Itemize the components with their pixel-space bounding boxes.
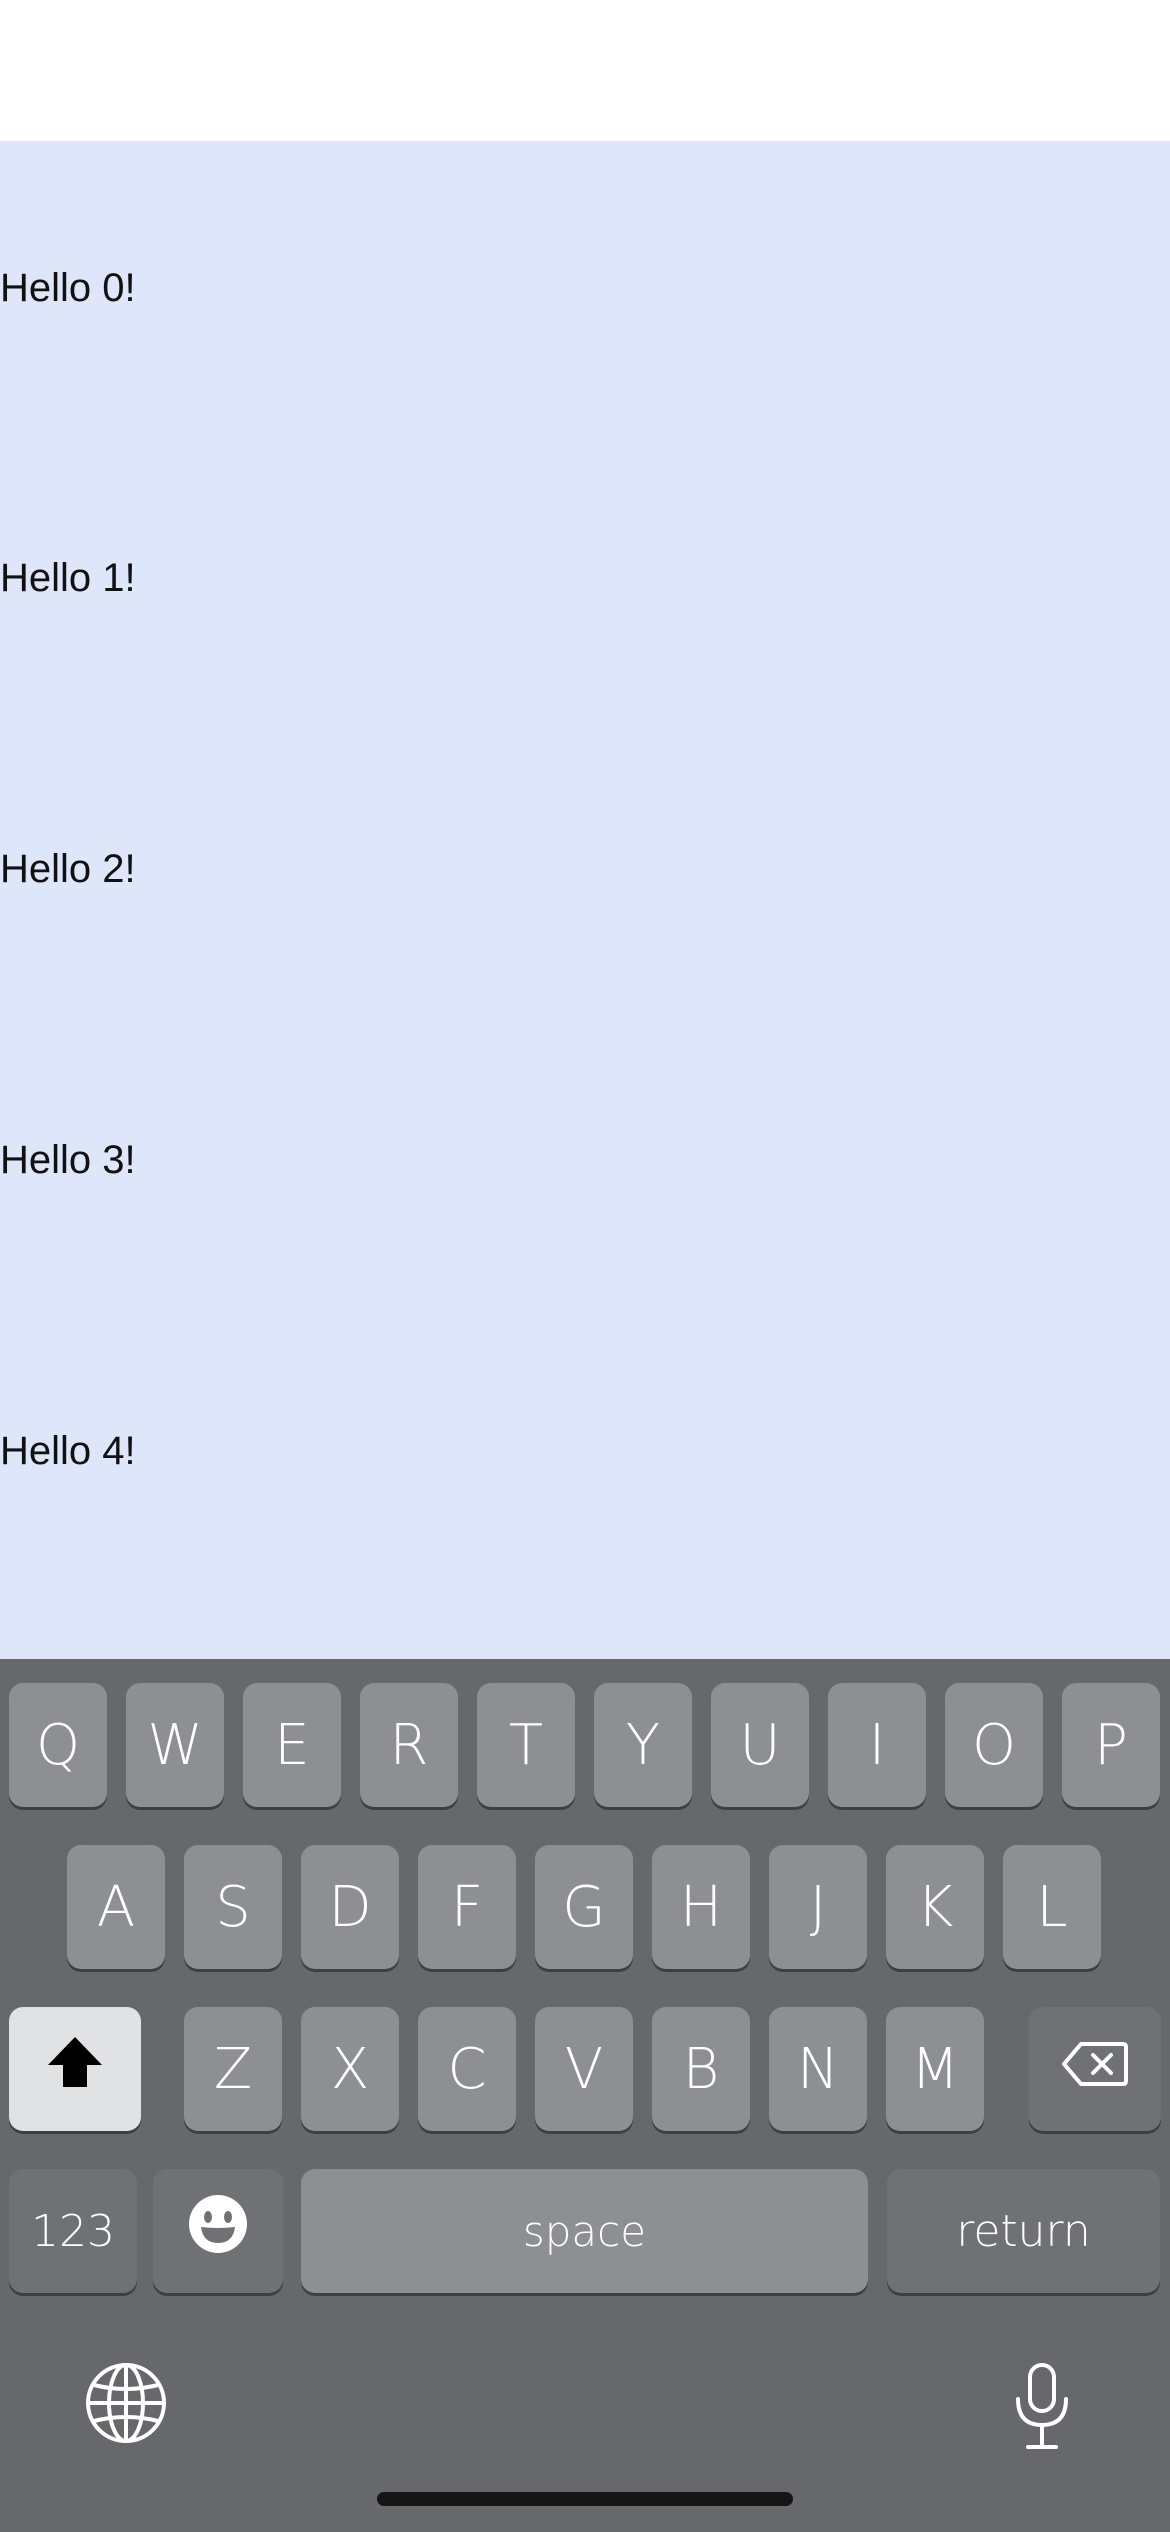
key-p[interactable]: P (1062, 1683, 1160, 1807)
key-l[interactable]: L (1003, 1845, 1101, 1969)
space-key[interactable]: space (301, 2169, 868, 2293)
key-b[interactable]: B (652, 2007, 750, 2131)
key-w[interactable]: W (126, 1683, 224, 1807)
key-c[interactable]: C (418, 2007, 516, 2131)
key-d[interactable]: D (301, 1845, 399, 1969)
key-g[interactable]: G (535, 1845, 633, 1969)
key-e[interactable]: E (243, 1683, 341, 1807)
microphone-icon (1010, 2361, 1074, 2458)
key-j[interactable]: J (769, 1845, 867, 1969)
numbers-key[interactable]: 123 (9, 2169, 137, 2293)
key-f[interactable]: F (418, 1845, 516, 1969)
globe-icon (84, 2361, 168, 2450)
key-u[interactable]: U (711, 1683, 809, 1807)
key-t[interactable]: T (477, 1683, 575, 1807)
shift-key[interactable] (9, 2007, 141, 2131)
top-bar (0, 0, 1170, 141)
list-item: Hello 0! (0, 266, 136, 310)
key-k[interactable]: K (886, 1845, 984, 1969)
key-y[interactable]: Y (594, 1683, 692, 1807)
key-v[interactable]: V (535, 2007, 633, 2131)
home-indicator[interactable] (377, 2492, 793, 2506)
key-m[interactable]: M (886, 2007, 984, 2131)
key-r[interactable]: R (360, 1683, 458, 1807)
list-item: Hello 4! (0, 1429, 136, 1473)
key-i[interactable]: I (828, 1683, 926, 1807)
key-o[interactable]: O (945, 1683, 1043, 1807)
key-h[interactable]: H (652, 1845, 750, 1969)
keyboard: Q W E R T Y U I O P A S D F G H J K L Z … (0, 1659, 1170, 2532)
list-item: Hello 1! (0, 556, 136, 600)
key-n[interactable]: N (769, 2007, 867, 2131)
emoji-key[interactable] (153, 2169, 283, 2293)
microphone-button[interactable] (996, 2359, 1088, 2459)
delete-key[interactable] (1029, 2007, 1161, 2131)
return-key[interactable]: return (887, 2169, 1160, 2293)
list-item: Hello 2! (0, 847, 136, 891)
globe-button[interactable] (80, 2359, 172, 2451)
key-q[interactable]: Q (9, 1683, 107, 1807)
backspace-icon (1061, 2037, 1129, 2102)
key-a[interactable]: A (67, 1845, 165, 1969)
emoji-icon (187, 2193, 249, 2269)
shift-icon (44, 2033, 106, 2105)
key-x[interactable]: X (301, 2007, 399, 2131)
list-item: Hello 3! (0, 1138, 136, 1182)
key-s[interactable]: S (184, 1845, 282, 1969)
key-z[interactable]: Z (184, 2007, 282, 2131)
list-container: Hello 0! Hello 1! Hello 2! Hello 3! Hell… (0, 141, 1170, 1659)
